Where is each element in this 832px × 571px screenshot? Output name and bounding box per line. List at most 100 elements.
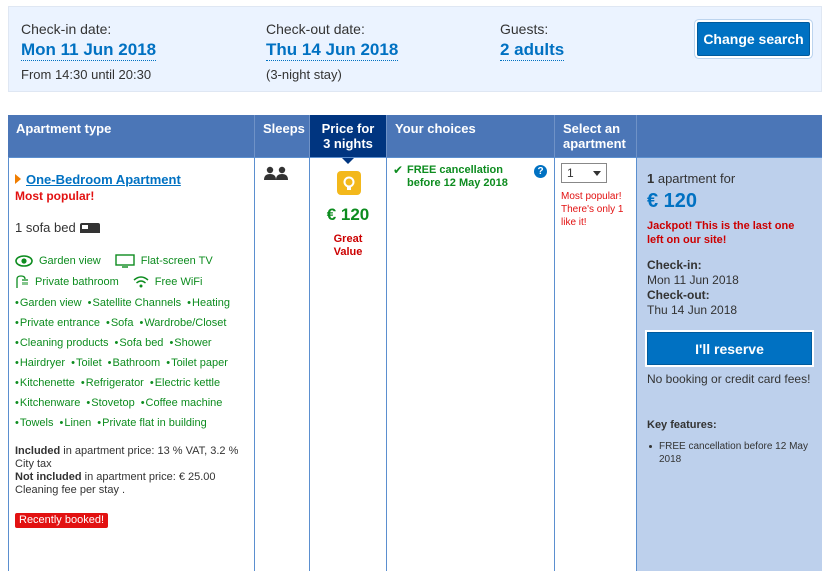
facility-item: Garden view <box>19 297 82 309</box>
free-cancellation-text: FREE cancellation before 12 May 2018 <box>407 164 508 189</box>
summary-checkin-value: Mon 11 Jun 2018 <box>647 273 739 287</box>
facility-garden-view: Garden view <box>15 255 101 267</box>
change-search-button[interactable]: Change search <box>697 22 810 56</box>
highlight-facilities: Garden view Flat-screen TV Private bathr… <box>15 250 227 292</box>
bed-type-text: 1 sofa bed <box>15 220 76 235</box>
facility-line: •Towels •Linen •Private flat in building <box>15 413 255 433</box>
price-cell: € 120 Great Value <box>310 157 387 571</box>
bullet-dot-icon: • <box>15 337 19 349</box>
checkout-label: Check-out date: <box>266 21 365 37</box>
shower-icon <box>16 274 28 288</box>
price-inclusions: Included in apartment price: 13 % VAT, 3… <box>15 445 251 497</box>
bullet-dot-icon: • <box>15 377 19 389</box>
bullet-dot-icon: • <box>86 397 91 409</box>
bullet-dot-icon: • <box>15 397 19 409</box>
checkin-time: From 14:30 until 20:30 <box>21 67 152 82</box>
reservation-summary: 1 apartment for € 120 Jackpot! This is t… <box>637 157 822 571</box>
apartment-name-link[interactable]: One-Bedroom Apartment <box>15 172 181 187</box>
apartment-quantity-select[interactable]: 1 <box>561 163 607 183</box>
bullet-dot-icon: • <box>15 297 19 309</box>
checkin-label: Check-in date: <box>21 21 112 37</box>
facility-free-wifi: Free WiFi <box>133 275 202 288</box>
facility-line: •Cleaning products •Sofa bed •Shower <box>15 333 255 353</box>
facility-line: •Hairdryer •Toilet •Bathroom •Toilet paper <box>15 353 255 373</box>
facility-item: Refrigerator <box>85 377 144 389</box>
facility-item: Towels <box>19 417 54 429</box>
sofa-bed-icon <box>79 223 100 233</box>
jackpot-message: Jackpot! This is the last one left on ou… <box>647 220 795 246</box>
facility-item: Heating <box>192 297 230 309</box>
facility-item: Kitchenware <box>19 397 81 409</box>
summary-checkout-value: Thu 14 Jun 2018 <box>647 303 738 317</box>
checkout-date-link[interactable]: Thu 14 Jun 2018 <box>266 40 399 61</box>
facility-item: Sofa bed <box>119 337 164 349</box>
facility-line: •Kitchenette •Refrigerator •Electric kettl… <box>15 373 255 393</box>
recently-booked-badge: Recently booked! <box>15 513 108 528</box>
apartment-type-cell: One-Bedroom Apartment Most popular! 1 so… <box>8 157 255 571</box>
facility-list: •Garden view •Satellite Channels •Heating •… <box>15 293 255 433</box>
free-cancellation-choice: ✔ FREE cancellation before 12 May 2018 <box>393 164 538 190</box>
facility-item: Hairdryer <box>19 357 66 369</box>
facility-item: Coffee machine <box>145 397 223 409</box>
tv-icon <box>115 253 135 268</box>
apartment-count: 1 apartment for <box>647 171 735 186</box>
eye-icon <box>15 254 33 267</box>
great-value-text: Great Value <box>333 233 363 258</box>
bullet-dot-icon: • <box>15 417 19 429</box>
facility-item: Stovetop <box>91 397 135 409</box>
header-your-choices: Your choices <box>387 115 555 157</box>
two-people-icon <box>264 166 288 180</box>
select-cell: 1 Most popular! There's only 1 like it! <box>555 157 637 571</box>
guests-label: Guests: <box>500 21 549 37</box>
bullet-dot-icon: • <box>105 317 110 329</box>
guests-link[interactable]: 2 adults <box>500 40 565 61</box>
facility-line: •Private entrance •Sofa •Wardrobe/Closet <box>15 313 255 333</box>
included-label: Included <box>15 445 61 457</box>
facility-tv-label: Flat-screen TV <box>140 254 213 267</box>
header-select-apartment: Select an apartment <box>555 115 637 157</box>
facility-garden-view-label: Garden view <box>39 254 101 267</box>
header-price[interactable]: Price for 3 nights <box>310 115 387 164</box>
most-popular-label: Most popular! <box>15 189 95 203</box>
facility-item: Satellite Channels <box>92 297 182 309</box>
choices-cell: ✔ FREE cancellation before 12 May 2018 ? <box>387 157 555 571</box>
price-value: € 120 <box>326 205 370 224</box>
rooms-table: Apartment type Sleeps Price for 3 nights… <box>8 115 822 571</box>
summary-checkout-label: Check-out: <box>647 288 710 302</box>
facility-flat-screen-tv: Flat-screen TV <box>115 253 213 268</box>
key-features-title: Key features: <box>647 419 717 431</box>
bullet-dot-icon: • <box>15 317 19 329</box>
facility-bathroom-label: Private bathroom <box>35 275 119 288</box>
no-fees-note: No booking or credit card fees! <box>647 372 811 386</box>
bullet-dot-icon: • <box>59 417 64 429</box>
reserve-button[interactable]: I'll reserve <box>647 332 812 365</box>
header-price-line1: Price for <box>321 121 375 136</box>
facility-item: Private entrance <box>19 317 100 329</box>
facility-item: Bathroom <box>112 357 161 369</box>
checkin-block: Check-in date: Mon 11 Jun 2018 From 14:3… <box>21 21 157 82</box>
bullet-dot-icon: • <box>166 357 171 369</box>
help-icon[interactable]: ? <box>534 165 547 178</box>
search-summary-bar: Check-in date: Mon 11 Jun 2018 From 14:3… <box>8 6 822 92</box>
header-summary <box>637 115 822 157</box>
header-select-line1: Select an <box>563 121 621 136</box>
stay-length: (3-night stay) <box>266 67 342 82</box>
bullet-dot-icon: • <box>149 377 154 389</box>
sleeps-cell <box>255 157 310 571</box>
checkin-date-link[interactable]: Mon 11 Jun 2018 <box>21 40 157 61</box>
facility-item: Private flat in building <box>102 417 207 429</box>
header-price-line2: 3 nights <box>323 136 373 151</box>
bullet-dot-icon: • <box>107 357 112 369</box>
facility-item: Electric kettle <box>154 377 221 389</box>
bullet-dot-icon: • <box>71 357 75 369</box>
bed-type: 1 sofa bed <box>15 220 100 235</box>
facility-item: Linen <box>64 417 92 429</box>
guests-block: Guests: 2 adults <box>500 21 565 61</box>
facility-item: Kitchenette <box>19 377 75 389</box>
facility-line: •Garden view •Satellite Channels •Heating <box>15 293 255 313</box>
deal-badge-icon <box>337 171 361 195</box>
caret-right-icon <box>15 174 21 184</box>
facility-item: Cleaning products <box>19 337 109 349</box>
bullet-dot-icon: • <box>97 417 102 429</box>
facility-item: Toilet paper <box>171 357 228 369</box>
